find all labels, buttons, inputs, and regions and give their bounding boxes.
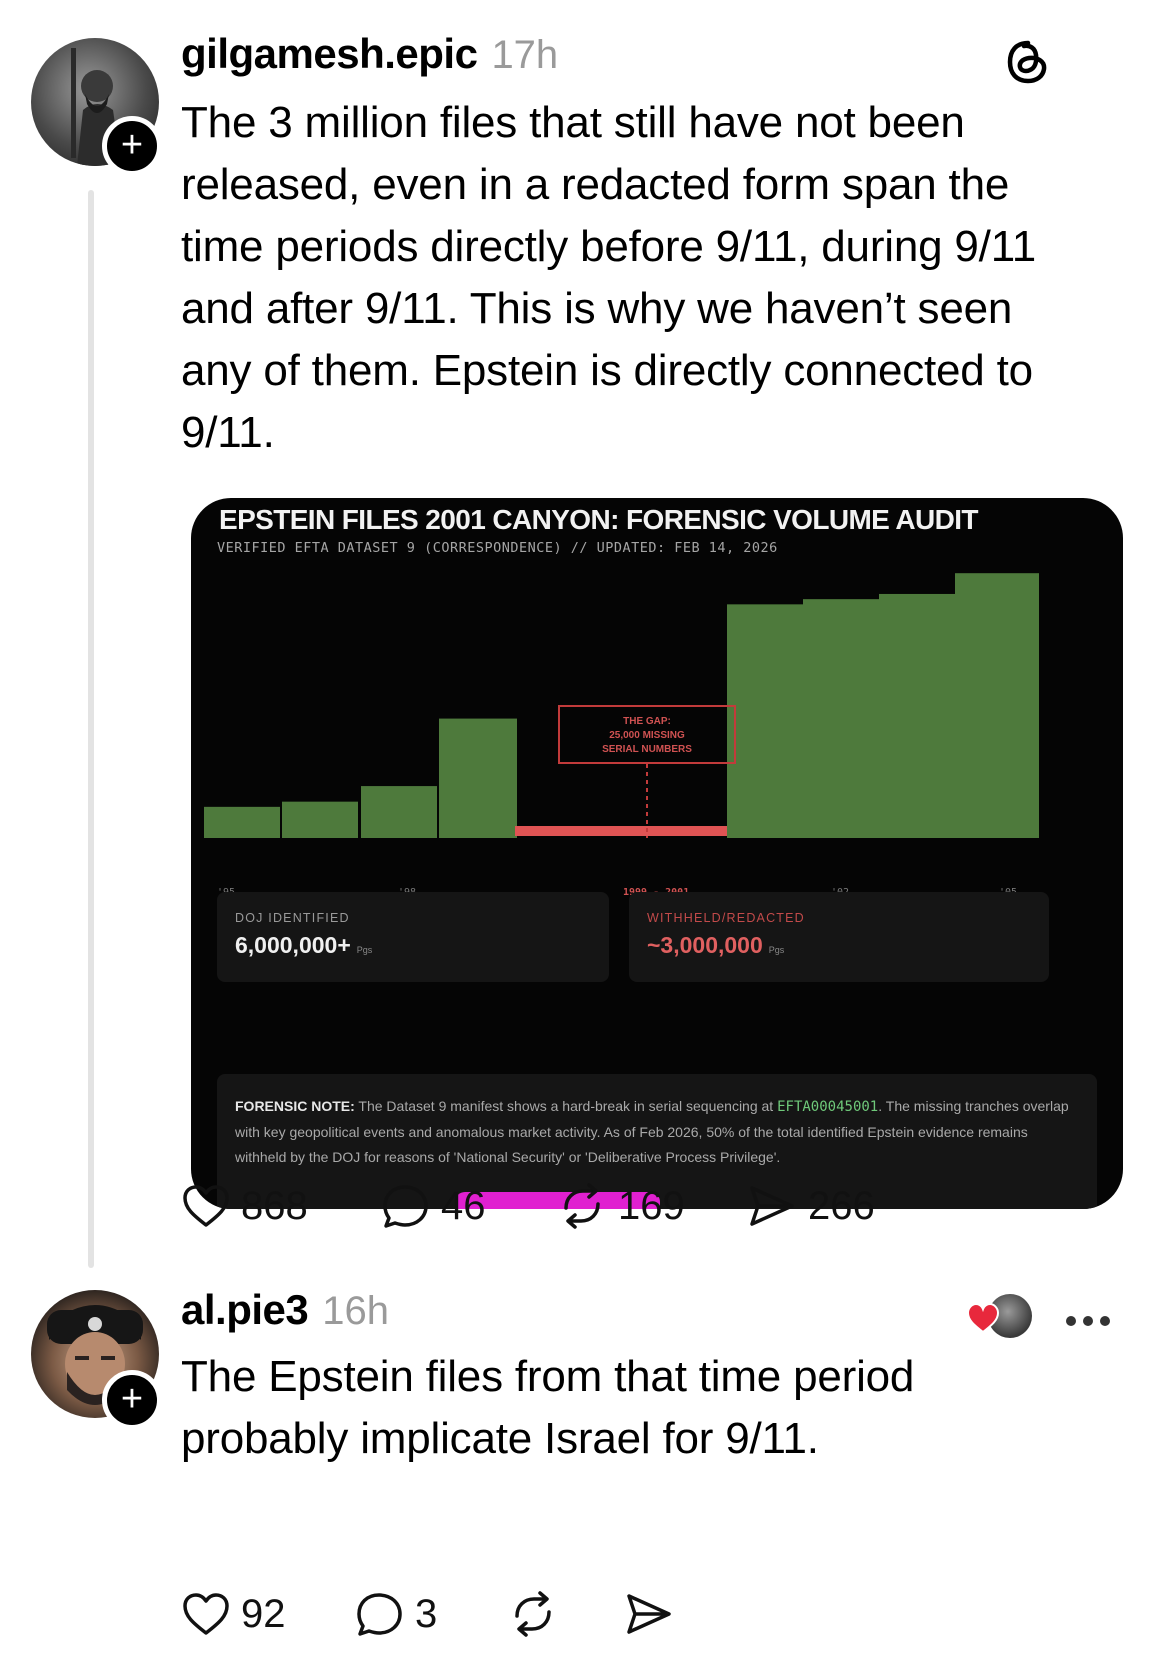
repost-button[interactable] xyxy=(507,1590,623,1638)
heart-icon xyxy=(183,1593,229,1635)
share-button[interactable]: 266 xyxy=(746,1182,926,1230)
gap-label-line: SERIAL NUMBERS xyxy=(602,744,692,755)
bar xyxy=(955,573,1039,838)
like-button[interactable]: 92 xyxy=(181,1590,355,1638)
reply-count: 3 xyxy=(415,1591,438,1636)
gap-label-line: THE GAP: xyxy=(623,716,671,727)
threads-logo-icon[interactable] xyxy=(1002,36,1054,88)
like-count: 868 xyxy=(241,1183,308,1228)
bar xyxy=(282,801,358,838)
stat-unit: Pgs xyxy=(768,945,785,955)
share-button[interactable] xyxy=(623,1590,703,1638)
bar xyxy=(803,599,887,838)
stat-value: 6,000,000+ xyxy=(235,932,351,958)
repost-count: 169 xyxy=(618,1183,685,1228)
like-count: 92 xyxy=(241,1591,286,1636)
more-options-icon[interactable] xyxy=(1064,1314,1112,1328)
send-icon xyxy=(627,1594,671,1634)
stat-label: WITHHELD/REDACTED xyxy=(647,911,805,925)
gap-label-line: 25,000 MISSING xyxy=(609,730,685,741)
stat-unit: Pgs xyxy=(356,945,373,955)
bar-chart: '95'981999 - 2001'02'05 THE GAP: 25,000 … xyxy=(204,573,1039,898)
stat-doj-identified: DOJ IDENTIFIED 6,000,000+ Pgs xyxy=(217,892,609,982)
post-body: The 3 million files that still have not … xyxy=(181,92,1081,464)
post-text-line: 9/11. xyxy=(181,408,275,457)
follow-plus-button[interactable]: + xyxy=(102,1370,162,1430)
post-image[interactable]: EPSTEIN FILES 2001 CANYON: FORENSIC VOLU… xyxy=(191,498,1123,1209)
username[interactable]: gilgamesh.epic xyxy=(181,30,478,78)
bar xyxy=(879,593,963,838)
like-button[interactable]: 868 xyxy=(181,1182,381,1230)
timestamp: 16h xyxy=(322,1289,389,1333)
bar xyxy=(361,786,437,838)
serial-code: EFTA00045001 xyxy=(777,1099,879,1115)
post-text-line: and after 9/11. This is why we haven’t s… xyxy=(181,284,1013,333)
follow-plus-button[interactable]: + xyxy=(102,116,162,176)
send-icon xyxy=(750,1186,794,1226)
bar xyxy=(204,806,280,838)
liked-by-author-indicator xyxy=(966,1290,1036,1340)
post-text-line: The 3 million files that still have not … xyxy=(181,98,965,147)
post-actions: 92 3 xyxy=(181,1590,703,1638)
stat-withheld: WITHHELD/REDACTED ~3,000,000 Pgs xyxy=(629,892,1049,982)
timestamp: 17h xyxy=(491,33,559,77)
post-body: The Epstein files from that time period … xyxy=(181,1346,1081,1470)
stat-label: DOJ IDENTIFIED xyxy=(235,911,350,925)
reply-button[interactable]: 46 xyxy=(381,1182,556,1230)
comment-bubble-icon xyxy=(383,1185,428,1228)
post-text-line: any of them. Epstein is directly connect… xyxy=(181,346,1033,395)
post-header: al.pie3 16h xyxy=(181,1286,389,1334)
post-text-line: time periods directly before 9/11, durin… xyxy=(181,222,1036,271)
post-text-line: probably implicate Israel for 9/11. xyxy=(181,1414,819,1463)
repost-icon xyxy=(515,1591,551,1637)
note-text: The Dataset 9 manifest shows a hard-brea… xyxy=(358,1098,774,1114)
heart-icon xyxy=(966,1302,1000,1334)
post-text-line: The Epstein files from that time period xyxy=(181,1352,915,1401)
reply-count: 46 xyxy=(441,1183,486,1228)
thread-line xyxy=(88,190,94,1268)
post-header: gilgamesh.epic 17h xyxy=(181,30,558,78)
note-heading: FORENSIC NOTE: xyxy=(235,1098,355,1114)
post-text-line: released, even in a redacted form span t… xyxy=(181,160,1010,209)
repost-button[interactable]: 169 xyxy=(556,1182,746,1230)
share-count: 266 xyxy=(808,1183,875,1228)
heart-icon xyxy=(183,1185,229,1227)
post-actions: 868 46 169 266 xyxy=(181,1182,926,1230)
gap-bar xyxy=(515,826,735,836)
bar xyxy=(727,604,811,838)
stat-value: ~3,000,000 xyxy=(647,932,763,958)
bar xyxy=(439,718,517,838)
username[interactable]: al.pie3 xyxy=(181,1286,309,1334)
repost-icon xyxy=(564,1183,600,1229)
gap-annotation: THE GAP: 25,000 MISSING SERIAL NUMBERS xyxy=(558,705,736,838)
comment-bubble-icon xyxy=(357,1593,402,1636)
reply-button[interactable]: 3 xyxy=(355,1590,507,1638)
